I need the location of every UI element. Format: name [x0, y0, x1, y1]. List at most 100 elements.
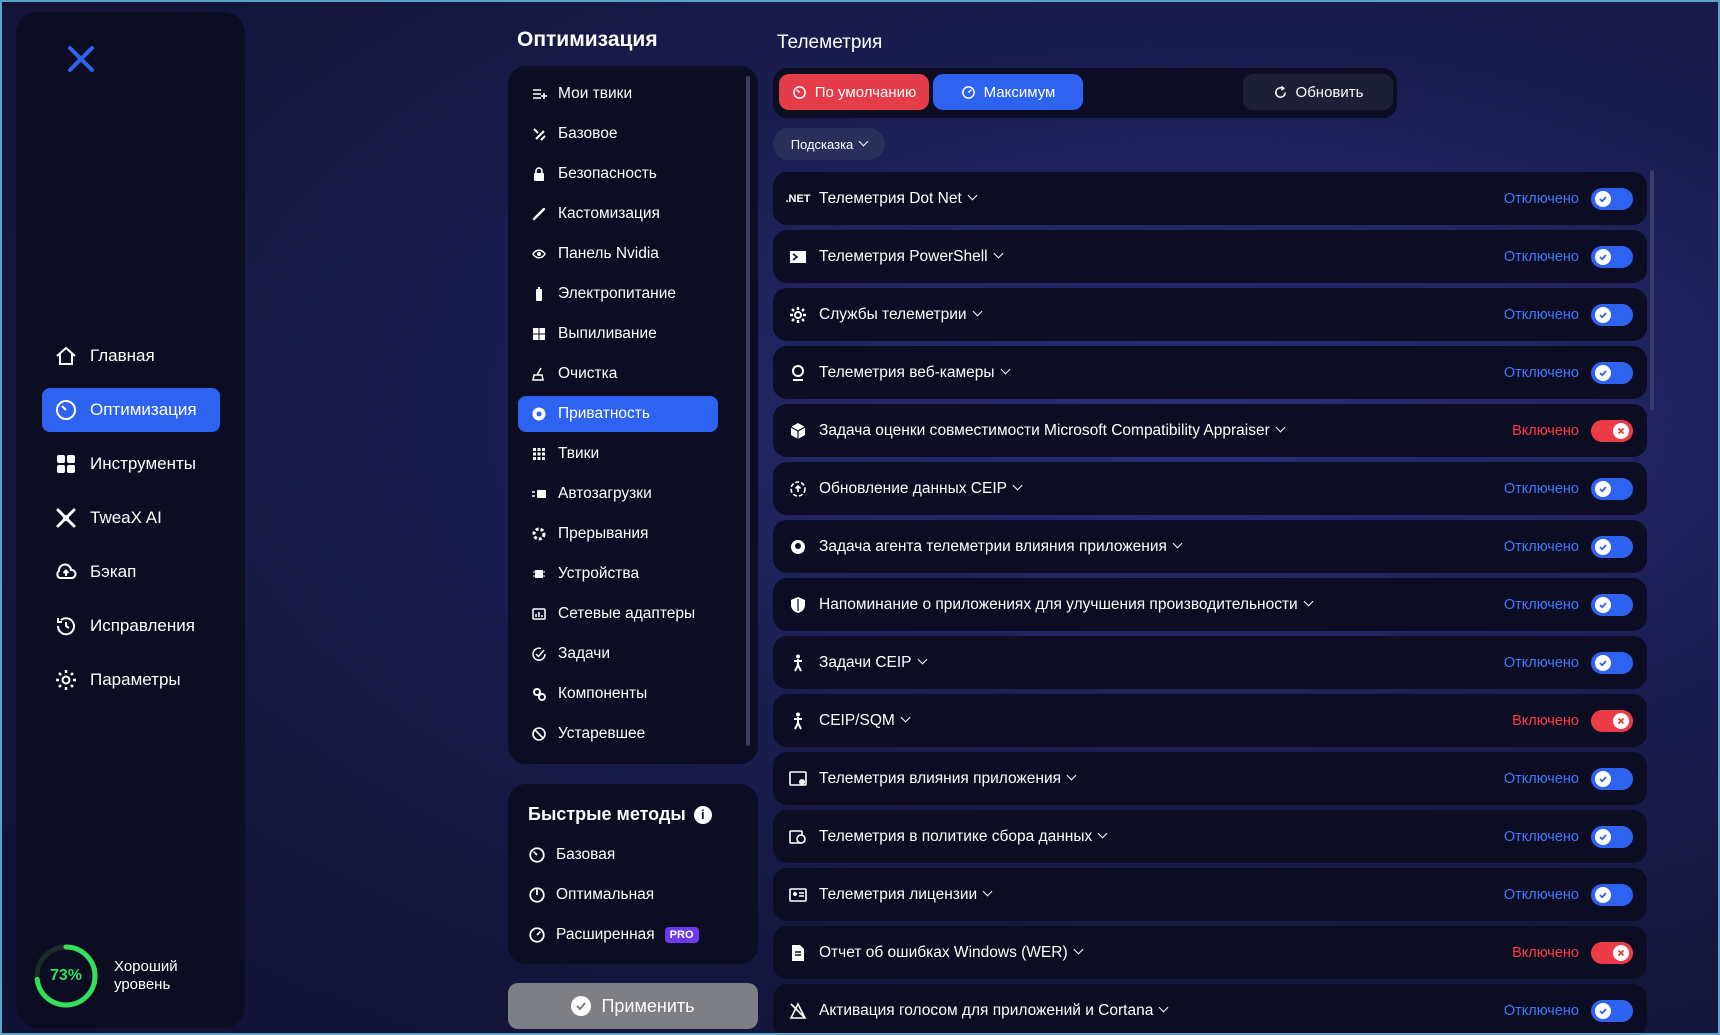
- setting-row[interactable]: Телеметрия веб-камеры Отключено: [773, 346, 1647, 399]
- submenu-item-6[interactable]: Выпиливание: [518, 316, 718, 352]
- default-mode-button[interactable]: По умолчанию: [779, 74, 929, 110]
- quick-method-0[interactable]: Базовая: [528, 835, 758, 875]
- setting-row[interactable]: CEIP/SQM Включено: [773, 694, 1647, 747]
- quick-methods-title: Быстрые методы i: [528, 804, 758, 825]
- submenu-item-1[interactable]: Базовое: [518, 116, 718, 152]
- setting-toggle[interactable]: [1591, 419, 1633, 442]
- setting-toggle[interactable]: [1591, 883, 1633, 906]
- chevron-down-icon[interactable]: [972, 306, 982, 317]
- setting-row[interactable]: Активация голосом для приложений и Corta…: [773, 984, 1647, 1035]
- quick-method-2[interactable]: Расширенная PRO: [528, 915, 758, 955]
- setting-icon: [787, 478, 809, 500]
- setting-toggle[interactable]: [1591, 941, 1633, 964]
- chevron-down-icon[interactable]: [1012, 480, 1023, 491]
- setting-row[interactable]: Отчет об ошибках Windows (WER) Включено: [773, 926, 1647, 979]
- info-icon[interactable]: i: [693, 805, 712, 824]
- submenu-item-15[interactable]: Компоненты: [518, 676, 718, 712]
- max-mode-label: Максимум: [983, 83, 1056, 101]
- submenu-item-label: Компоненты: [558, 685, 648, 702]
- shield-icon: [791, 596, 805, 613]
- apply-button[interactable]: Применить: [508, 983, 758, 1029]
- submenu-item-12[interactable]: Устройства: [518, 556, 718, 592]
- chevron-down-icon[interactable]: [1275, 422, 1286, 433]
- submenu-item-0[interactable]: Мои твики: [518, 76, 718, 112]
- setting-row[interactable]: Телеметрия лицензии Отключено: [773, 868, 1647, 921]
- chevron-down-icon[interactable]: [1066, 770, 1077, 781]
- setting-toggle[interactable]: [1591, 535, 1633, 558]
- setting-row[interactable]: Службы телеметрии Отключено: [773, 288, 1647, 341]
- setting-toggle[interactable]: [1591, 361, 1633, 384]
- chevron-down-icon[interactable]: [1158, 1002, 1169, 1013]
- nav-item-1[interactable]: Оптимизация: [42, 388, 220, 432]
- nav-item-6[interactable]: Параметры: [42, 658, 220, 702]
- nav-item-3[interactable]: TweaX AI: [42, 496, 220, 540]
- chevron-down-icon[interactable]: [1073, 944, 1084, 955]
- setting-icon: [787, 826, 809, 848]
- setting-row[interactable]: Обновление данных CEIP Отключено: [773, 462, 1647, 515]
- setting-row[interactable]: Телеметрия PowerShell Отключено: [773, 230, 1647, 283]
- submenu-item-7[interactable]: Очистка: [518, 356, 718, 392]
- chevron-down-icon[interactable]: [982, 886, 993, 897]
- nvidia-icon: [532, 249, 546, 259]
- nav-item-2[interactable]: Инструменты: [42, 442, 220, 486]
- setting-row[interactable]: Задача оценки совместимости Microsoft Co…: [773, 404, 1647, 457]
- nav-item-0[interactable]: Главная: [42, 334, 220, 378]
- submenu-item-9[interactable]: Твики: [518, 436, 718, 472]
- setting-row[interactable]: .NET Телеметрия Dot Net Отключено: [773, 172, 1647, 225]
- submenu-item-8[interactable]: Приватность: [518, 396, 718, 432]
- submenu-item-3[interactable]: Кастомизация: [518, 196, 718, 232]
- setting-toggle[interactable]: [1591, 767, 1633, 790]
- setting-row[interactable]: Задача агента телеметрии влияния приложе…: [773, 520, 1647, 573]
- setting-toggle[interactable]: [1591, 245, 1633, 268]
- max-mode-button[interactable]: Максимум: [933, 74, 1083, 110]
- quick-methods-panel: Быстрые методы i Базовая Оптимальная Расши…: [508, 784, 758, 964]
- submenu-item-11[interactable]: Прерывания: [518, 516, 718, 552]
- setting-status: Включено: [1512, 422, 1579, 439]
- chevron-down-icon[interactable]: [1000, 364, 1010, 375]
- submenu-icon: [530, 485, 548, 503]
- submenu-item-4[interactable]: Панель Nvidia: [518, 236, 718, 272]
- submenu-item-13[interactable]: Сетевые адаптеры: [518, 596, 718, 632]
- hint-dropdown[interactable]: Подсказка: [773, 128, 885, 160]
- quick-method-1[interactable]: Оптимальная: [528, 875, 758, 915]
- chevron-down-icon[interactable]: [1172, 538, 1183, 549]
- windows-icon: [533, 328, 545, 340]
- setting-status: Отключено: [1503, 306, 1579, 323]
- submenu-item-10[interactable]: Автозагрузки: [518, 476, 718, 512]
- setting-toggle[interactable]: [1591, 593, 1633, 616]
- setting-toggle[interactable]: [1591, 709, 1633, 732]
- chevron-down-icon[interactable]: [993, 248, 1004, 259]
- chevron-down-icon[interactable]: [900, 712, 911, 723]
- setting-row[interactable]: Напоминание о приложениях для улучшения …: [773, 578, 1647, 631]
- setting-toggle[interactable]: [1591, 651, 1633, 674]
- chevron-down-icon[interactable]: [1303, 596, 1314, 607]
- setting-row[interactable]: Задачи CEIP Отключено: [773, 636, 1647, 689]
- settings-scrollbar[interactable]: [1650, 170, 1654, 410]
- setting-toggle[interactable]: [1591, 477, 1633, 500]
- setting-toggle[interactable]: [1591, 187, 1633, 210]
- setting-row[interactable]: Телеметрия в политике сбора данных Отключ…: [773, 810, 1647, 863]
- nav-item-4[interactable]: Бэкап: [42, 550, 220, 594]
- setting-row[interactable]: Телеметрия влияния приложения Отключено: [773, 752, 1647, 805]
- submenu-item-label: Выпиливание: [558, 325, 657, 342]
- setting-toggle[interactable]: [1591, 999, 1633, 1022]
- submenu-item-16[interactable]: Устаревшее: [518, 716, 718, 752]
- section-title: Оптимизация: [517, 28, 658, 51]
- submenu-item-14[interactable]: Задачи: [518, 636, 718, 672]
- nav-item-5[interactable]: Исправления: [42, 604, 220, 648]
- submenu-item-5[interactable]: Электропитание: [518, 276, 718, 312]
- refresh-button[interactable]: Обновить: [1243, 74, 1393, 110]
- submenu-icon: [530, 325, 548, 343]
- chevron-down-icon[interactable]: [1097, 828, 1108, 839]
- submenu-scrollbar[interactable]: [746, 76, 750, 746]
- setting-toggle[interactable]: [1591, 303, 1633, 326]
- submenu-item-2[interactable]: Безопасность: [518, 156, 718, 192]
- tools-icon: [533, 128, 546, 141]
- chevron-down-icon[interactable]: [967, 190, 978, 201]
- chevron-down-icon[interactable]: [917, 654, 927, 665]
- app-logo-icon[interactable]: [64, 42, 98, 76]
- setting-label: Телеметрия в политике сбора данных: [819, 827, 1093, 845]
- dotnet-icon: .NET: [785, 192, 811, 205]
- setting-toggle[interactable]: [1591, 825, 1633, 848]
- network-icon: [532, 608, 546, 620]
